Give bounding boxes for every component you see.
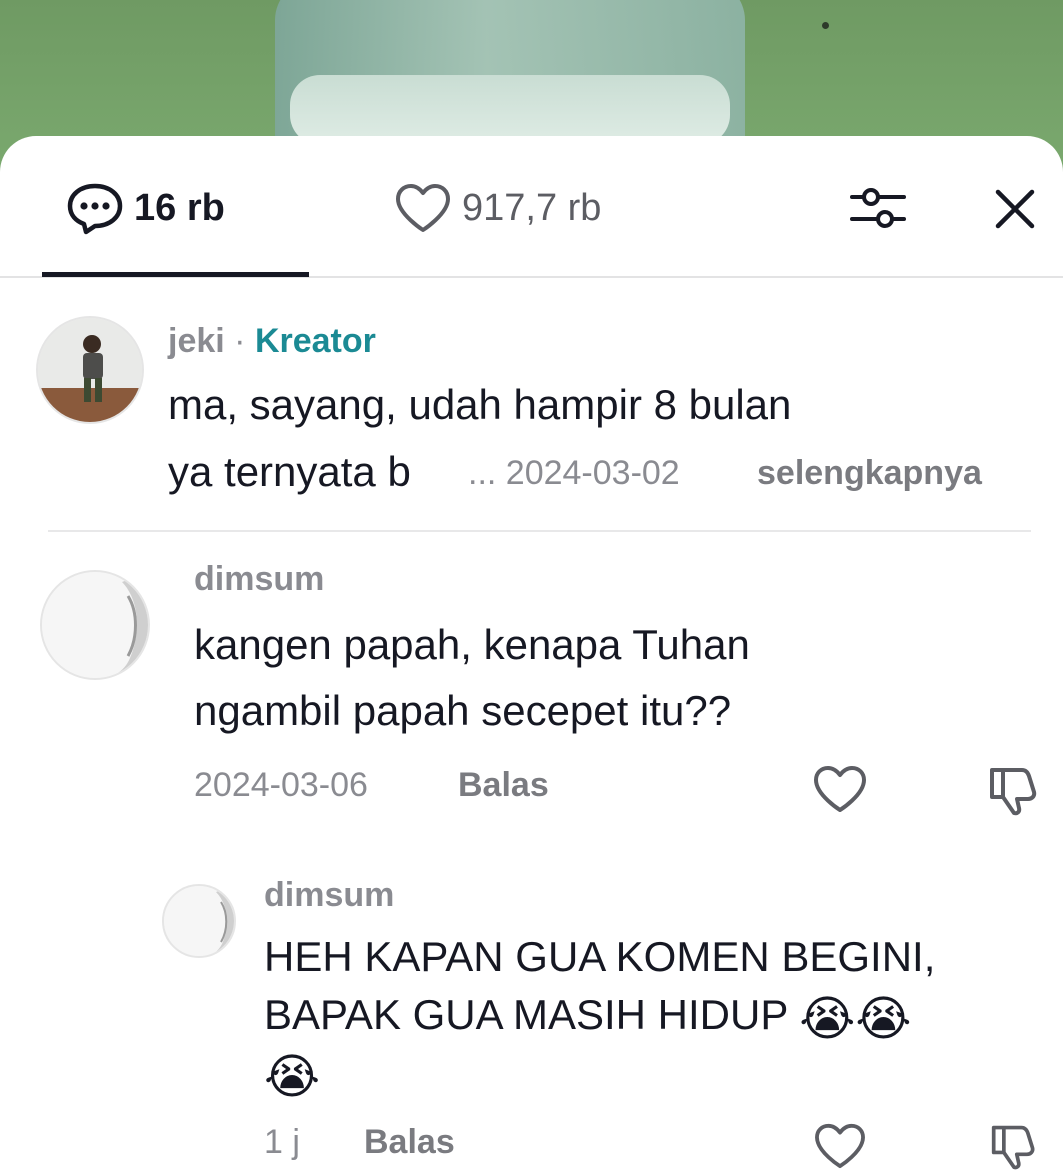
comments-tab-bar: 16 rb 917,7 rb <box>0 136 1063 278</box>
comment-author[interactable]: dimsum <box>194 560 324 599</box>
like-count: 917,7 rb <box>462 186 602 229</box>
comment-date: 2024-03-06 <box>194 766 368 804</box>
comment-line: kangen papah, kenapa Tuhan <box>194 621 750 668</box>
dislike-button[interactable] <box>986 1122 1042 1170</box>
comment-date: 2024-03-02 <box>505 454 680 492</box>
heart-outline-icon <box>814 766 866 812</box>
comment-time: 1 j <box>264 1123 300 1161</box>
avatar-jeki[interactable] <box>36 316 144 424</box>
heart-outline-icon <box>815 1123 865 1169</box>
comment-body: ma, sayang, udah hampir 8 bulan <box>168 372 791 438</box>
creator-badge: Kreator <box>254 322 376 360</box>
thumbs-down-icon <box>991 1125 1035 1170</box>
comments-sheet: 16 rb 917,7 rb jeki · Kreator ma, sayang… <box>0 136 1063 1170</box>
comment-meta: ... 2024-03-02 <box>468 454 680 493</box>
avatar-dimsum-reply[interactable] <box>162 884 236 958</box>
close-button[interactable] <box>990 184 1040 234</box>
comment-bubble-icon <box>67 183 123 235</box>
comment-line: ngambil papah secepet itu?? <box>194 687 732 734</box>
avatar-photo <box>38 318 142 422</box>
comment-line: ya ternyata b <box>168 448 411 495</box>
reply-button[interactable]: Balas <box>458 766 549 805</box>
comment-body: ngambil papah secepet itu?? <box>194 678 731 744</box>
video-bottle-band <box>290 75 730 145</box>
like-button[interactable] <box>812 1122 868 1170</box>
reply-button[interactable]: Balas <box>364 1123 455 1162</box>
comment-body: HEH KAPAN GUA KOMEN BEGINI, <box>264 924 935 990</box>
thumbs-down-icon <box>990 768 1037 816</box>
comment-count: 16 rb <box>134 186 225 229</box>
crying-emoji: 😭 <box>264 1051 321 1104</box>
like-button[interactable] <box>812 764 868 814</box>
comment-line: HEH KAPAN GUA KOMEN BEGINI, <box>264 933 936 980</box>
avatar-photo <box>42 572 148 678</box>
dislike-button[interactable] <box>986 764 1042 816</box>
tab-comments[interactable]: 16 rb <box>66 180 225 236</box>
comment-author[interactable]: jeki · Kreator <box>168 322 376 361</box>
comment-author[interactable]: dimsum <box>264 876 394 915</box>
crying-emoji: 😭 <box>799 993 856 1046</box>
divider <box>48 530 1031 532</box>
author-name[interactable]: jeki <box>168 322 225 360</box>
close-icon <box>995 189 1035 229</box>
separator-dot: · <box>234 322 246 360</box>
avatar-dimsum[interactable] <box>40 570 150 680</box>
heart-icon <box>396 184 450 232</box>
comment-line: BAPAK GUA MASIH HIDUP <box>264 991 788 1038</box>
ellipsis: ... <box>468 454 497 492</box>
avatar-photo <box>164 886 234 956</box>
comment-body: 😭 <box>264 1040 320 1106</box>
comment-line: ma, sayang, udah hampir 8 bulan <box>168 381 792 428</box>
comment-body: kangen papah, kenapa Tuhan <box>194 612 750 678</box>
sliders-icon <box>850 188 906 228</box>
comment-body: BAPAK GUA MASIH HIDUP 😭😭 <box>264 982 911 1048</box>
filter-button[interactable] <box>848 180 908 236</box>
comment-body-truncated: ya ternyata b <box>168 439 488 505</box>
crying-emoji: 😭 <box>855 993 912 1046</box>
video-speck <box>822 22 829 29</box>
active-tab-indicator <box>42 272 309 277</box>
tab-likes[interactable]: 917,7 rb <box>394 180 601 236</box>
see-more-link[interactable]: selengkapnya <box>757 454 982 493</box>
